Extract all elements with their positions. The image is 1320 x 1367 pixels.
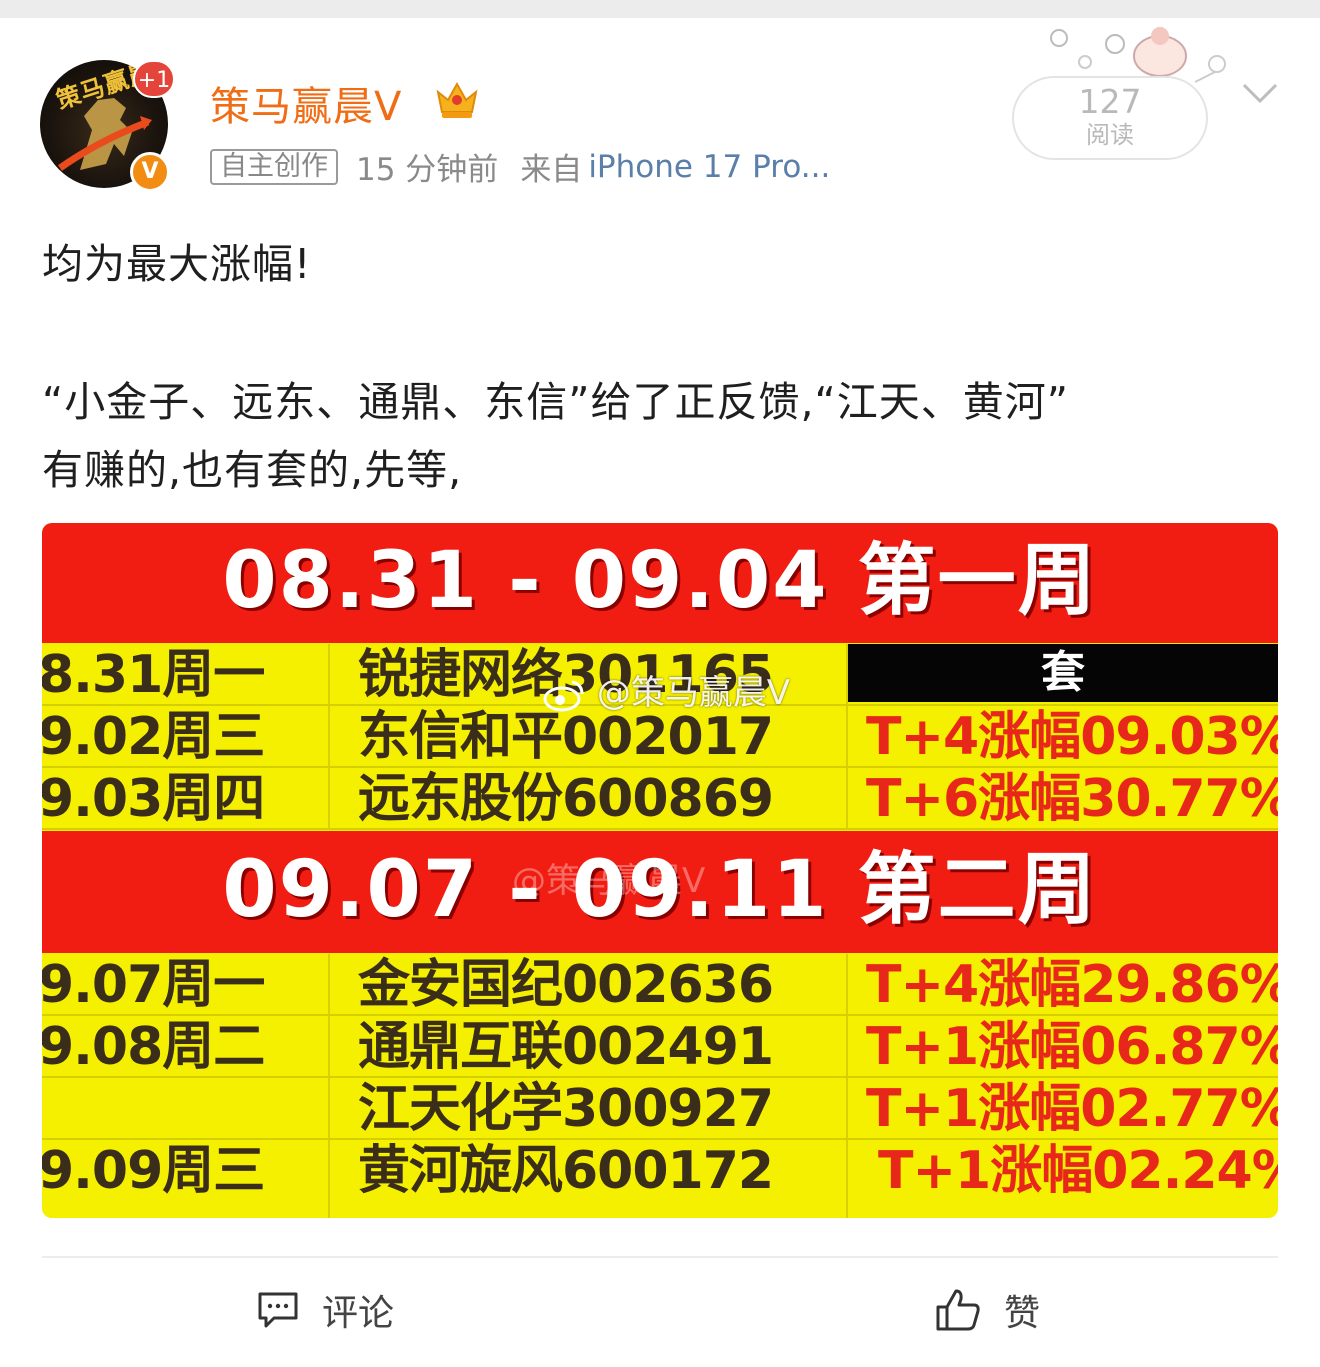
chevron-down-icon[interactable] [1240,80,1280,106]
cell-divider [328,1140,330,1218]
watermark-faint: @策马赢晨V [512,853,705,902]
row-stock: 远东股份600869 [358,769,774,829]
comment-button[interactable]: 评论 [256,1282,394,1338]
cell-divider [328,1078,330,1140]
row-gain: T+1涨幅02.24% [878,1141,1278,1201]
week1-banner: 08.31 - 09.04 第一周 [42,523,1278,643]
post-meta: 自主创作 15 分钟前 来自 iPhone 17 Pro... [210,144,830,189]
top-strip [0,0,1320,18]
table-row: 9.07周一 金安国纪002636 T+4涨幅29.86% [42,954,1278,1016]
row-gain: T+1涨幅02.77% [866,1079,1278,1139]
row-gain: T+6涨幅30.77% [866,769,1278,829]
watermark: @策马赢晨V [542,665,790,714]
cell-divider [846,768,848,830]
row-date: 9.07周一 [42,955,265,1015]
cell-divider [328,644,330,706]
row-date: 9.08周二 [42,1017,265,1077]
watermark-faint-text: @策马赢晨V [512,861,706,901]
cell-divider [328,706,330,768]
post-text-line-2: “小金子、远东、通鼎、东信”给了正反馈,“江天、黄河” [42,378,1069,426]
cell-divider [846,1140,848,1218]
post-image[interactable]: 08.31 - 09.04 第一周 8.31周一 锐捷网络301165 套 9.… [42,523,1278,1218]
like-button[interactable]: 赞 [934,1282,1040,1338]
row-stock: 江天化学300927 [358,1079,774,1139]
post-text-line-1: 均为最大涨幅! [42,240,312,288]
weibo-logo-icon [543,680,584,711]
row-gain: T+1涨幅06.87% [866,1017,1278,1077]
table-row: 9.03周四 远东股份600869 T+6涨幅30.77% [42,768,1278,830]
read-count-box[interactable]: 127 阅读 [1012,76,1208,160]
table-row: 9.08周二 通鼎互联002491 T+1涨幅06.87% [42,1016,1278,1078]
row-gain: T+4涨幅09.03% [866,707,1278,767]
plus-one-badge: +1 [133,60,175,98]
cell-divider [846,1016,848,1078]
from-label: 来自 [520,152,583,188]
comment-label: 评论 [322,1293,395,1334]
row-stock: 东信和平002017 [358,707,774,767]
cell-divider [328,1016,330,1078]
post-time: 15 分钟前 [356,152,499,188]
post-text-line-3: 有赚的,也有套的,先等, [42,446,463,494]
row-gain: 套 [848,644,1278,702]
verified-badge: V [130,152,170,192]
row-stock: 通鼎互联002491 [358,1017,774,1077]
row-date: 9.03周四 [42,769,265,829]
original-tag: 自主创作 [210,148,338,185]
thumbs-up-icon [936,1289,980,1331]
week1-title: 08.31 - 09.04 第一周 [222,536,1098,626]
row-gain: T+4涨幅29.86% [866,955,1278,1015]
cell-divider [846,1078,848,1140]
like-label: 赞 [1004,1293,1041,1334]
crown-icon [436,81,478,118]
row-stock: 金安国纪002636 [358,955,774,1015]
cell-divider [846,954,848,1016]
read-count: 127 [1078,82,1142,121]
row-date: 9.02周三 [42,707,265,767]
cell-divider [328,768,330,830]
row-stock: 黄河旋风600172 [358,1141,774,1201]
table-row: 9.09周三 黄河旋风600172 T+1涨幅02.24% [42,1140,1278,1218]
row-date: 9.09周三 [42,1141,265,1201]
cell-divider [846,706,848,768]
footer-divider [42,1256,1278,1258]
table-row: 9.02周三 东信和平002017 T+4涨幅09.03% [42,706,1278,768]
cell-divider [328,954,330,1016]
row-date: 8.31周一 [42,645,265,705]
table-row: 江天化学300927 T+1涨幅02.77% [42,1078,1278,1140]
read-label: 阅读 [1086,121,1134,149]
device-link[interactable]: iPhone 17 Pro... [588,149,830,185]
username[interactable]: 策马赢晨V [210,74,402,132]
comment-icon [258,1292,298,1328]
watermark-text: @策马赢晨V [596,673,791,713]
